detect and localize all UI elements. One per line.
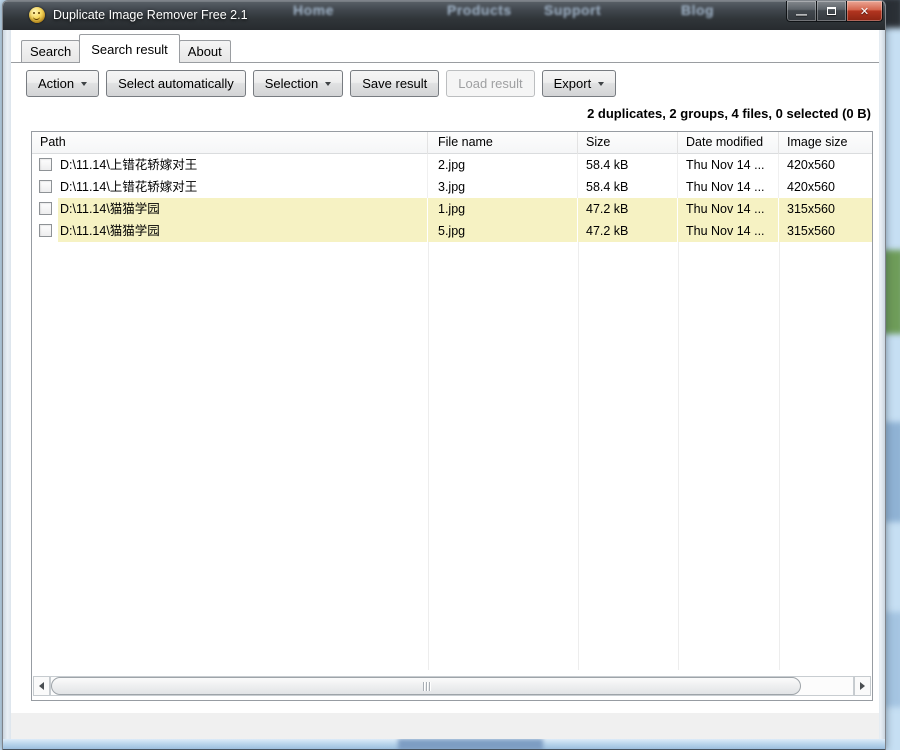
- cell-path[interactable]: D:\11.14\猫猫学园: [58, 220, 428, 242]
- window-border-bottom: [3, 739, 885, 750]
- cell-path[interactable]: D:\11.14\猫猫学园: [58, 198, 428, 220]
- cell-image-size[interactable]: 315x560: [779, 198, 872, 220]
- column-grid-line: [678, 242, 679, 670]
- cell-date-modified[interactable]: Thu Nov 14 ...: [678, 154, 779, 176]
- toolbar-button[interactable]: Select automatically: [106, 70, 246, 97]
- minimize-icon: —: [796, 8, 807, 21]
- cell-size[interactable]: 58.4 kB: [578, 176, 678, 198]
- cell-size[interactable]: 47.2 kB: [578, 198, 678, 220]
- title-bar[interactable]: Home Products Support Blog Duplicate Ima…: [3, 1, 885, 30]
- close-button[interactable]: ✕: [846, 1, 883, 22]
- toolbar-button-label: Select automatically: [118, 76, 234, 91]
- column-header[interactable]: Date modified: [678, 132, 779, 154]
- scrollbar-thumb[interactable]: [51, 677, 801, 695]
- close-icon: ✕: [859, 5, 870, 18]
- cell-file-name[interactable]: 3.jpg: [428, 176, 578, 198]
- cell-date-modified[interactable]: Thu Nov 14 ...: [678, 220, 779, 242]
- window-title: Duplicate Image Remover Free 2.1: [53, 8, 248, 22]
- toolbar: Action Select automatically Selection Sa…: [26, 70, 617, 97]
- cell-file-name[interactable]: 2.jpg: [428, 154, 578, 176]
- table-row[interactable]: D:\11.14\猫猫学园 1.jpg 47.2 kB Thu Nov 14 .…: [32, 198, 872, 220]
- toolbar-button[interactable]: Action: [26, 70, 100, 97]
- thumb-grip-icon: [425, 681, 427, 691]
- column-grid-line: [578, 242, 579, 670]
- background-nav-blog: Blog: [681, 2, 715, 18]
- checkbox-cell: [32, 220, 58, 242]
- row-checkbox[interactable]: [39, 180, 52, 193]
- column-grid-line: [428, 242, 429, 670]
- cell-size[interactable]: 58.4 kB: [578, 154, 678, 176]
- checkbox-cell: [32, 154, 58, 176]
- dropdown-arrow-icon: [81, 81, 88, 86]
- toolbar-button[interactable]: Load result: [446, 70, 535, 97]
- column-header[interactable]: File name: [428, 132, 578, 154]
- cell-image-size[interactable]: 315x560: [779, 220, 872, 242]
- cell-size[interactable]: 47.2 kB: [578, 220, 678, 242]
- result-summary: 2 duplicates, 2 groups, 4 files, 0 selec…: [587, 106, 871, 121]
- column-header[interactable]: Path: [32, 132, 428, 154]
- maximize-button[interactable]: [817, 1, 846, 22]
- cell-date-modified[interactable]: Thu Nov 14 ...: [678, 198, 779, 220]
- table-body: D:\11.14\上错花轿嫁对王 2.jpg 58.4 kB Thu Nov 1…: [32, 154, 872, 242]
- background-nav-support: Support: [544, 2, 602, 18]
- row-checkbox[interactable]: [39, 202, 52, 215]
- background-blue-patch-2: [884, 612, 900, 707]
- tab-bar: Search Search result About: [21, 34, 231, 63]
- column-header[interactable]: Size: [578, 132, 678, 154]
- scroll-left-icon: [39, 682, 44, 690]
- row-checkbox[interactable]: [39, 158, 52, 171]
- app-icon: [29, 7, 45, 23]
- cell-path[interactable]: D:\11.14\上错花轿嫁对王: [58, 176, 428, 198]
- toolbar-button-label: Save result: [362, 76, 428, 91]
- cell-path[interactable]: D:\11.14\上错花轿嫁对王: [58, 154, 428, 176]
- app-window: Home Products Support Blog Duplicate Ima…: [2, 0, 886, 750]
- thumb-grip-icon: [428, 681, 430, 691]
- caption-button-group: — ✕: [786, 1, 883, 22]
- scroll-left-button[interactable]: [33, 676, 50, 696]
- minimize-button[interactable]: —: [786, 1, 817, 22]
- maximize-icon: [827, 7, 836, 15]
- toolbar-button-label: Export: [553, 76, 592, 91]
- scroll-right-button[interactable]: [854, 676, 871, 696]
- dropdown-arrow-icon: [325, 81, 332, 86]
- results-table: Path File name Size Date modified Image …: [31, 131, 873, 701]
- toolbar-button[interactable]: Save result: [350, 70, 440, 97]
- cell-file-name[interactable]: 1.jpg: [428, 198, 578, 220]
- dropdown-arrow-icon: [598, 81, 605, 86]
- toolbar-button[interactable]: Selection: [252, 70, 344, 97]
- background-nav-products: Products: [447, 2, 512, 18]
- toolbar-button-label: Load result: [458, 76, 523, 91]
- checkbox-cell: [32, 198, 58, 220]
- toolbar-button-label: Action: [38, 76, 75, 91]
- tab-label: About: [187, 44, 222, 59]
- window-border-left: [3, 30, 11, 739]
- toolbar-button[interactable]: Export: [541, 70, 617, 97]
- column-header[interactable]: Image size: [779, 132, 872, 154]
- background-nav-home: Home: [293, 2, 334, 18]
- table-row[interactable]: D:\11.14\猫猫学园 5.jpg 47.2 kB Thu Nov 14 .…: [32, 220, 872, 242]
- tab-label: Search result: [91, 41, 168, 57]
- scroll-right-icon: [860, 682, 865, 690]
- background-blue-patch: [884, 422, 900, 522]
- tab[interactable]: Search: [21, 40, 81, 62]
- row-checkbox[interactable]: [39, 224, 52, 237]
- horizontal-scrollbar: [33, 676, 871, 696]
- toolbar-button-label: Selection: [264, 76, 319, 91]
- tab[interactable]: About: [178, 40, 231, 62]
- table-header-row: Path File name Size Date modified Image …: [32, 132, 872, 154]
- tab[interactable]: Search result: [79, 34, 180, 63]
- cell-file-name[interactable]: 5.jpg: [428, 220, 578, 242]
- thumb-grip-icon: [422, 681, 424, 691]
- checkbox-cell: [32, 176, 58, 198]
- table-row[interactable]: D:\11.14\上错花轿嫁对王 3.jpg 58.4 kB Thu Nov 1…: [32, 176, 872, 198]
- window-bottom-panel: [11, 713, 879, 739]
- glass-reflection: [398, 739, 543, 749]
- tab-label: Search: [30, 44, 72, 59]
- cell-image-size[interactable]: 420x560: [779, 176, 872, 198]
- desktop: { "window": { "title": "Duplicate Image …: [0, 0, 900, 750]
- cell-date-modified[interactable]: Thu Nov 14 ...: [678, 176, 779, 198]
- table-row[interactable]: D:\11.14\上错花轿嫁对王 2.jpg 58.4 kB Thu Nov 1…: [32, 154, 872, 176]
- column-grid-line: [779, 242, 780, 670]
- cell-image-size[interactable]: 420x560: [779, 154, 872, 176]
